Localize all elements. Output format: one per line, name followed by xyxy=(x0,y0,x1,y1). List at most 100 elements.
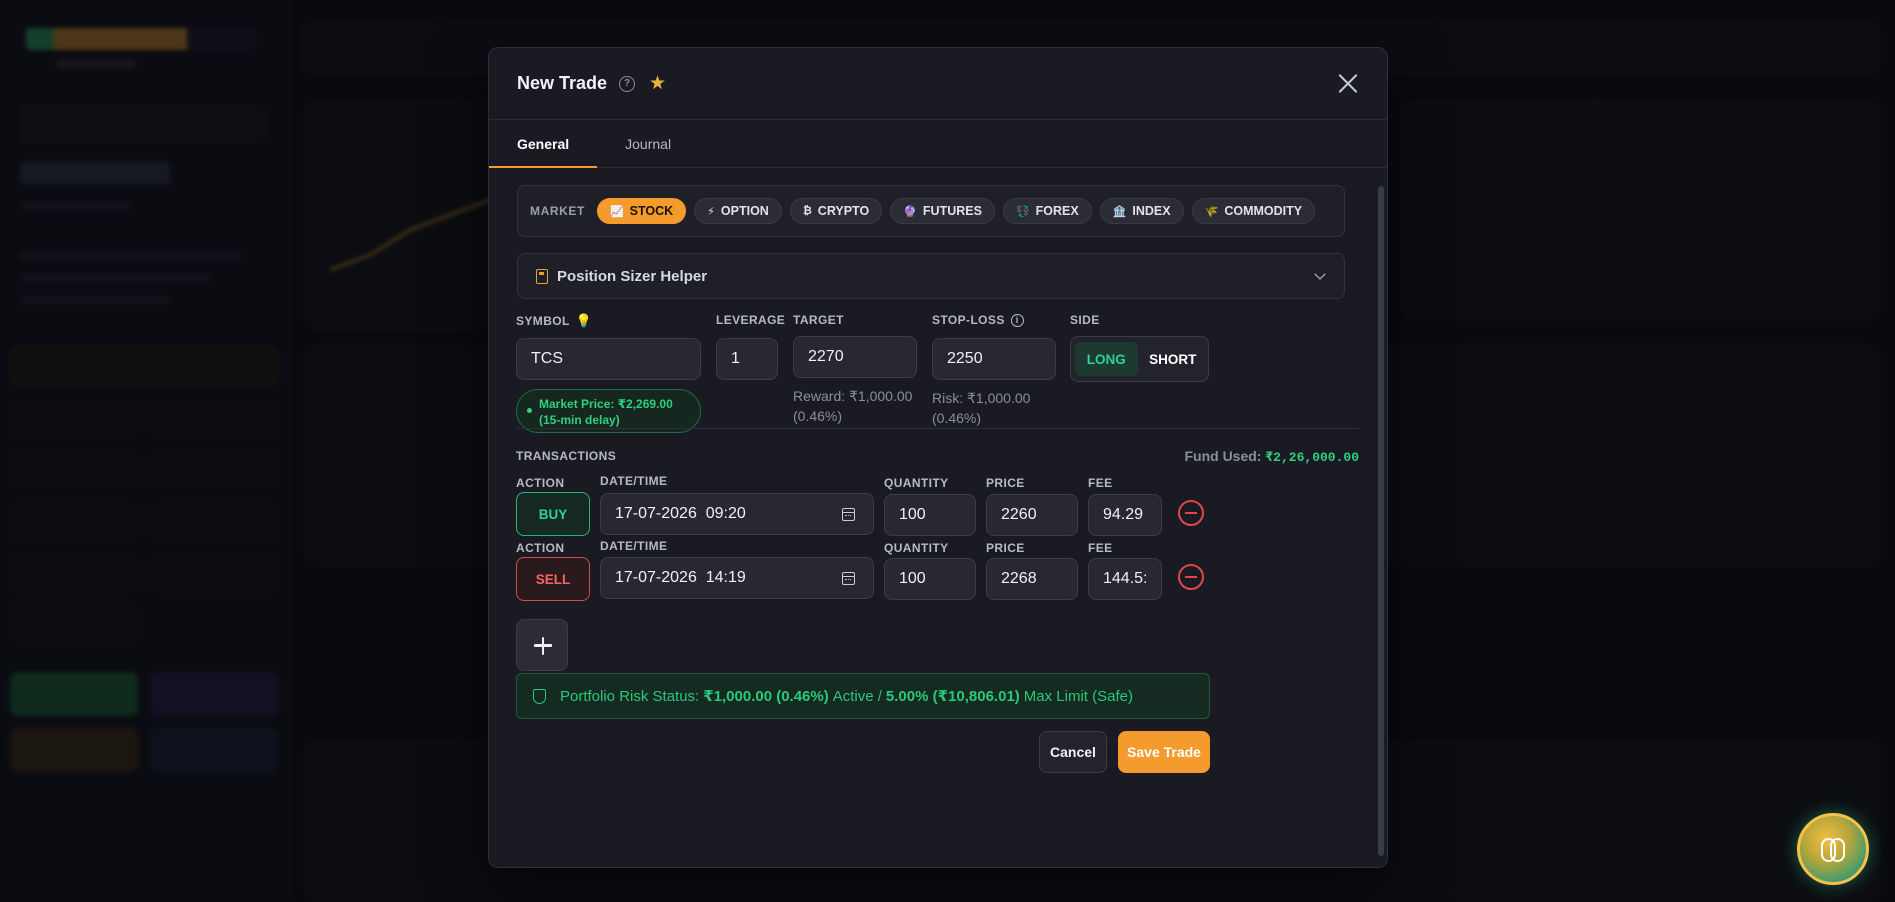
side-label: SIDE xyxy=(1070,313,1100,327)
market-chip-crypto[interactable]: ₿ CRYPTO xyxy=(789,198,883,224)
wheat-icon: 🌾 xyxy=(1204,205,1219,218)
chip-label: CRYPTO xyxy=(817,204,870,218)
modal-tabs: General Journal xyxy=(489,120,1387,168)
stoploss-risk-text: Risk: ₹1,000.00 (0.46%) xyxy=(932,388,1030,428)
market-chip-stock[interactable]: 📈 STOCK xyxy=(596,198,687,224)
chip-label: INDEX xyxy=(1132,204,1171,218)
position-sizer-label: Position Sizer Helper xyxy=(557,267,708,285)
datetime-value: 17-07-2026 09:20 xyxy=(615,505,746,522)
fund-used: Fund Used: ₹2,26,000.00 xyxy=(1184,448,1359,465)
target-reward-line: Reward: ₹1,000.00 xyxy=(793,388,913,404)
leverage-input[interactable]: 1 xyxy=(716,338,778,380)
new-trade-modal: New Trade ? ★ General Journal MARKET 📈 ST… xyxy=(488,47,1388,868)
fund-used-value: ₹2,26,000.00 xyxy=(1265,450,1359,465)
col-quantity-label: QUANTITY xyxy=(884,476,949,490)
market-chip-index[interactable]: 🏦 INDEX xyxy=(1099,198,1184,224)
symbol-input[interactable]: TCS xyxy=(516,338,701,380)
col-action-label: ACTION xyxy=(516,541,565,555)
quantity-input[interactable]: 100 xyxy=(884,494,976,536)
market-chip-commodity[interactable]: 🌾 COMMODITY xyxy=(1191,198,1316,224)
section-divider xyxy=(517,428,1359,429)
ai-assistant-button[interactable] xyxy=(1797,813,1869,885)
crystal-ball-icon: 🔮 xyxy=(903,205,917,218)
col-fee-label: FEE xyxy=(1088,476,1113,490)
symbol-label-text: SYMBOL xyxy=(516,314,570,328)
market-chip-option[interactable]: ⚡ OPTION xyxy=(694,198,782,224)
shield-icon xyxy=(533,688,546,704)
info-icon[interactable]: i xyxy=(1010,313,1024,327)
risk-max-value: 5.00% (₹10,806.01) xyxy=(885,688,1020,705)
risk-active-value: ₹1,000.00 (0.46%) xyxy=(703,688,829,705)
chart-icon: 📈 xyxy=(609,205,624,218)
sell-action-button[interactable]: SELL xyxy=(516,557,590,601)
close-icon[interactable] xyxy=(1337,72,1359,94)
tab-general[interactable]: General xyxy=(489,120,598,168)
bitcoin-icon: ₿ xyxy=(802,205,812,217)
side-toggle: LONG SHORT xyxy=(1070,336,1209,382)
calculator-icon xyxy=(536,268,548,284)
chip-label: OPTION xyxy=(720,204,769,218)
leverage-label: LEVERAGE xyxy=(716,313,786,327)
currency-exchange-icon: 💱 xyxy=(1015,205,1030,218)
target-reward-percent: (0.46%) xyxy=(793,408,843,424)
datetime-input[interactable]: 17-07-2026 14:19 xyxy=(600,557,874,599)
col-price-label: PRICE xyxy=(986,541,1025,555)
add-transaction-button[interactable] xyxy=(516,619,568,671)
col-datetime-label: DATE/TIME xyxy=(600,474,668,488)
stoploss-label: STOP-LOSS i xyxy=(932,313,1024,327)
lightning-icon: ⚡ xyxy=(707,205,715,218)
chevron-down-icon xyxy=(1314,268,1326,280)
target-input[interactable]: 2270 xyxy=(793,336,917,378)
modal-header: New Trade ? ★ xyxy=(489,48,1387,120)
chip-label: FOREX xyxy=(1035,204,1079,218)
fund-used-label: Fund Used: xyxy=(1184,448,1262,464)
side-short-button[interactable]: SHORT xyxy=(1142,342,1205,376)
remove-row-icon[interactable] xyxy=(1178,500,1204,526)
stoploss-input[interactable]: 2250 xyxy=(932,338,1056,380)
col-datetime-label: DATE/TIME xyxy=(600,539,668,553)
target-label: TARGET xyxy=(793,313,844,327)
portfolio-risk-status: Portfolio Risk Status: ₹1,000.00 (0.46%)… xyxy=(516,673,1210,719)
datetime-input[interactable]: 17-07-2026 09:20 xyxy=(600,493,874,535)
chip-label: COMMODITY xyxy=(1224,204,1303,218)
market-chip-futures[interactable]: 🔮 FUTURES xyxy=(890,198,995,224)
quantity-input[interactable]: 100 xyxy=(884,558,976,600)
target-reward-text: Reward: ₹1,000.00 (0.46%) xyxy=(793,386,912,426)
help-icon[interactable]: ? xyxy=(619,75,636,92)
market-price-badge: Market Price: ₹2,269.00 (15-min delay) xyxy=(516,389,701,433)
market-chip-forex[interactable]: 💱 FOREX xyxy=(1002,198,1092,224)
risk-prefix: Portfolio Risk Status: xyxy=(560,687,700,705)
buy-action-button[interactable]: BUY xyxy=(516,492,590,536)
calendar-icon[interactable] xyxy=(842,572,855,585)
chip-label: STOCK xyxy=(629,204,674,218)
remove-row-icon[interactable] xyxy=(1178,564,1204,590)
position-sizer-toggle[interactable]: Position Sizer Helper xyxy=(517,253,1345,299)
price-input[interactable]: 2268 xyxy=(986,558,1078,600)
stoploss-label-text: STOP-LOSS xyxy=(932,313,1005,327)
bank-icon: 🏦 xyxy=(1112,205,1127,218)
fee-input[interactable]: 144.5: xyxy=(1088,558,1162,600)
col-fee-label: FEE xyxy=(1088,541,1113,555)
datetime-value: 17-07-2026 14:19 xyxy=(615,569,746,586)
modal-scrollbar[interactable] xyxy=(1378,186,1384,856)
col-quantity-label: QUANTITY xyxy=(884,541,949,555)
tab-journal[interactable]: Journal xyxy=(597,120,699,167)
col-action-label: ACTION xyxy=(516,476,565,490)
symbol-label: SYMBOL 💡 xyxy=(516,313,592,329)
save-trade-button[interactable]: Save Trade xyxy=(1118,731,1210,773)
brain-icon xyxy=(1821,838,1845,862)
calendar-icon[interactable] xyxy=(842,508,855,521)
lightbulb-icon: 💡 xyxy=(575,313,593,328)
chip-label: FUTURES xyxy=(922,204,982,218)
stoploss-risk-line: Risk: ₹1,000.00 xyxy=(932,390,1031,406)
fee-input[interactable]: 94.29 xyxy=(1088,494,1162,536)
market-selector: MARKET 📈 STOCK ⚡ OPTION ₿ CRYPTO 🔮 FUTURES 💱… xyxy=(517,185,1345,237)
stoploss-risk-percent: (0.46%) xyxy=(932,410,982,426)
modal-title: New Trade xyxy=(517,73,608,93)
side-long-button[interactable]: LONG xyxy=(1075,342,1138,376)
col-price-label: PRICE xyxy=(986,476,1025,490)
market-label: MARKET xyxy=(530,204,585,218)
star-icon[interactable]: ★ xyxy=(649,74,666,93)
price-input[interactable]: 2260 xyxy=(986,494,1078,536)
cancel-button[interactable]: Cancel xyxy=(1039,731,1107,773)
